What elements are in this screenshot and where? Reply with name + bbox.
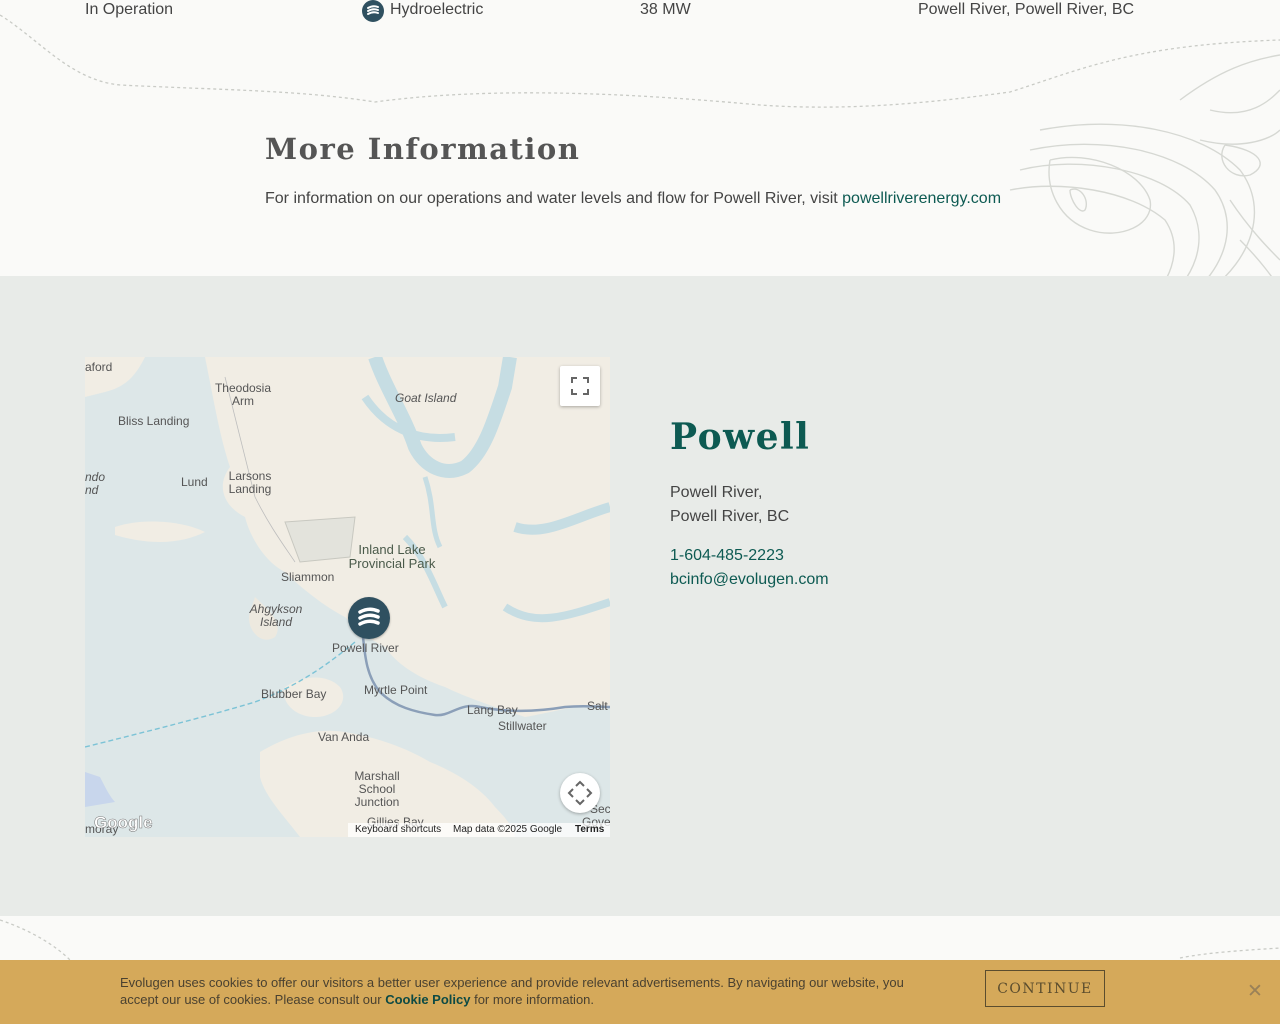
map-label-larsons-landing: Larsons Landing — [228, 469, 272, 496]
keyboard-shortcuts-link[interactable]: Keyboard shortcuts — [355, 824, 441, 835]
cookie-message: Evolugen uses cookies to offer our visit… — [120, 975, 904, 1007]
project-summary-row: In Operation Hydroelectric 38 MW Powell … — [0, 0, 1280, 24]
pan-arrows-icon — [567, 780, 593, 806]
map-label-goat-island: Goat Island — [395, 391, 457, 405]
map-label-saltery: Salt — [587, 699, 608, 713]
map-label-marshall-school-junction: Marshall School Junction — [354, 769, 400, 809]
close-icon[interactable]: ✕ — [1247, 982, 1263, 1001]
email-link[interactable]: bcinfo@evolugen.com — [670, 568, 829, 592]
map-label-sliammon: Sliammon — [281, 570, 335, 584]
map-label-inland-lake-park: Inland Lake Provincial Park — [348, 542, 436, 571]
more-information-section: More Information For information on our … — [265, 132, 1165, 208]
location-contact: 1-604-485-2223 bcinfo@evolugen.com — [670, 544, 829, 592]
map-camera-control[interactable] — [560, 773, 600, 813]
map-label-theodosia: Theodosia Arm — [214, 381, 272, 408]
location-address: Powell River, Powell River, BC — [670, 481, 829, 529]
powell-river-energy-link[interactable]: powellriverenergy.com — [842, 190, 1001, 207]
hydro-icon — [358, 607, 380, 626]
more-information-heading: More Information — [265, 132, 581, 166]
project-capacity: 38 MW — [640, 1, 691, 18]
address-line-2: Powell River, BC — [670, 508, 790, 525]
location-section: aford Theodosia Arm Goat Island Bliss La… — [0, 276, 1280, 916]
hydro-map-marker[interactable] — [348, 597, 390, 639]
fullscreen-icon — [571, 377, 589, 395]
cookie-policy-link[interactable]: Cookie Policy — [385, 992, 470, 1007]
terms-link[interactable]: Terms — [575, 824, 604, 835]
cookie-banner: Evolugen uses cookies to offer our visit… — [0, 960, 1280, 1024]
phone-link[interactable]: 1-604-485-2223 — [670, 544, 829, 568]
more-information-text: For information on our operations and wa… — [265, 190, 1002, 207]
location-info: Powell Powell River, Powell River, BC 1-… — [670, 416, 829, 592]
map-label-powell-river: Powell River — [332, 641, 399, 655]
map[interactable]: aford Theodosia Arm Goat Island Bliss La… — [85, 357, 610, 837]
address-line-1: Powell River, — [670, 484, 763, 501]
location-name: Powell — [670, 416, 811, 458]
continue-button[interactable]: CONTINUE — [985, 970, 1105, 1007]
project-location: Powell River, Powell River, BC — [918, 1, 1135, 18]
map-data-text: Map data ©2025 Google — [453, 824, 563, 835]
project-status: In Operation — [85, 1, 174, 18]
map-label-ndo: ndo nd — [85, 470, 106, 497]
map-label-bliss-landing: Bliss Landing — [118, 414, 190, 428]
project-type: Hydroelectric — [390, 1, 484, 18]
google-logo: Google — [94, 813, 153, 833]
map-attribution-bar: Keyboard shortcuts Map data ©2025 Google… — [348, 823, 610, 837]
map-label-ahgykson-island: Ahgykson Island — [249, 602, 303, 629]
fullscreen-button[interactable] — [560, 366, 600, 406]
map-label-myrtle-point: Myrtle Point — [364, 683, 428, 697]
map-label-blubber-bay: Blubber Bay — [261, 687, 327, 701]
map-label-stillwater: Stillwater — [498, 719, 547, 733]
map-label-saford: aford — [85, 360, 113, 374]
hydro-icon — [362, 0, 384, 22]
map-label-van-anda: Van Anda — [318, 730, 370, 744]
map-label-lund: Lund — [181, 475, 208, 489]
map-label-lang-bay: Lang Bay — [467, 703, 518, 717]
